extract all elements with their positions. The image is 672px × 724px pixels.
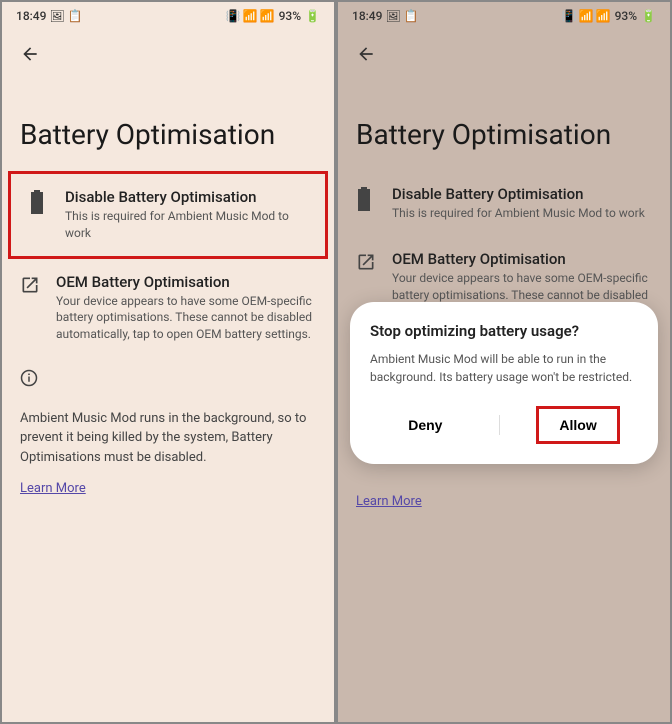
option-title: OEM Battery Optimisation [392, 250, 652, 268]
dialog-desc: Ambient Music Mod will be able to run in… [370, 350, 638, 386]
status-bar: 18:49 🖼 📋 📳 📶 📶 93% 🔋 [338, 2, 670, 30]
battery-icon [29, 190, 49, 214]
status-icons: 📳 📶 📶 [226, 9, 275, 23]
wifi-icon: 📶 [243, 9, 258, 23]
info-icon [20, 369, 38, 387]
deny-button[interactable]: Deny [388, 409, 462, 441]
clipboard-icon: 📋 [68, 9, 83, 23]
button-divider [499, 415, 500, 435]
signal-icon: 📶 [596, 9, 611, 23]
option-title: OEM Battery Optimisation [56, 273, 316, 291]
info-section [2, 357, 334, 409]
battery-icon: 🔋 [641, 9, 656, 23]
picture-icon: 🖼 [385, 9, 400, 23]
battery-percent: 93% [615, 9, 637, 23]
battery-percent: 93% [279, 9, 301, 23]
option-desc: This is required for Ambient Music Mod t… [65, 208, 307, 242]
option-title: Disable Battery Optimisation [392, 185, 652, 203]
arrow-left-icon [356, 44, 376, 64]
learn-more-link[interactable]: Learn More [338, 494, 440, 509]
allow-button[interactable]: Allow [536, 406, 619, 444]
option-title: Disable Battery Optimisation [65, 188, 307, 206]
info-text: Ambient Music Mod runs in the background… [2, 409, 334, 468]
dialog-title: Stop optimizing battery usage? [370, 322, 638, 340]
battery-icon [356, 187, 376, 211]
option-desc: Your device appears to have some OEM-spe… [56, 293, 316, 343]
picture-icon: 🖼 [49, 9, 64, 23]
right-phone-screenshot: 18:49 🖼 📋 📳 📶 📶 93% 🔋 Battery Optimisati… [336, 0, 672, 724]
learn-more-link[interactable]: Learn More [2, 481, 104, 496]
option-desc: This is required for Ambient Music Mod t… [392, 205, 652, 222]
clipboard-icon: 📋 [404, 9, 419, 23]
oem-battery-option[interactable]: OEM Battery Optimisation Your device app… [2, 259, 334, 357]
page-title: Battery Optimisation [2, 78, 334, 171]
disable-battery-option[interactable]: Disable Battery Optimisation This is req… [338, 171, 670, 236]
back-button[interactable] [2, 30, 334, 78]
signal-icon: 📶 [260, 9, 275, 23]
status-bar: 18:49 🖼 📋 📳 📶 📶 93% 🔋 [2, 2, 334, 30]
page-title: Battery Optimisation [338, 78, 670, 171]
status-time: 18:49 🖼 📋 [352, 9, 419, 23]
status-time: 18:49 🖼 📋 [16, 9, 83, 23]
battery-icon: 🔋 [305, 9, 320, 23]
external-link-icon [20, 275, 40, 299]
disable-battery-option[interactable]: Disable Battery Optimisation This is req… [8, 171, 328, 259]
arrow-left-icon [20, 44, 40, 64]
wifi-icon: 📶 [579, 9, 594, 23]
vibrate-icon: 📳 [562, 9, 577, 23]
status-icons: 📳 📶 📶 [562, 9, 611, 23]
external-link-icon [356, 252, 376, 276]
vibrate-icon: 📳 [226, 9, 241, 23]
left-phone-screenshot: 18:49 🖼 📋 📳 📶 📶 93% 🔋 Battery Optimisati… [0, 0, 336, 724]
back-button[interactable] [338, 30, 670, 78]
permission-dialog: Stop optimizing battery usage? Ambient M… [350, 302, 658, 464]
